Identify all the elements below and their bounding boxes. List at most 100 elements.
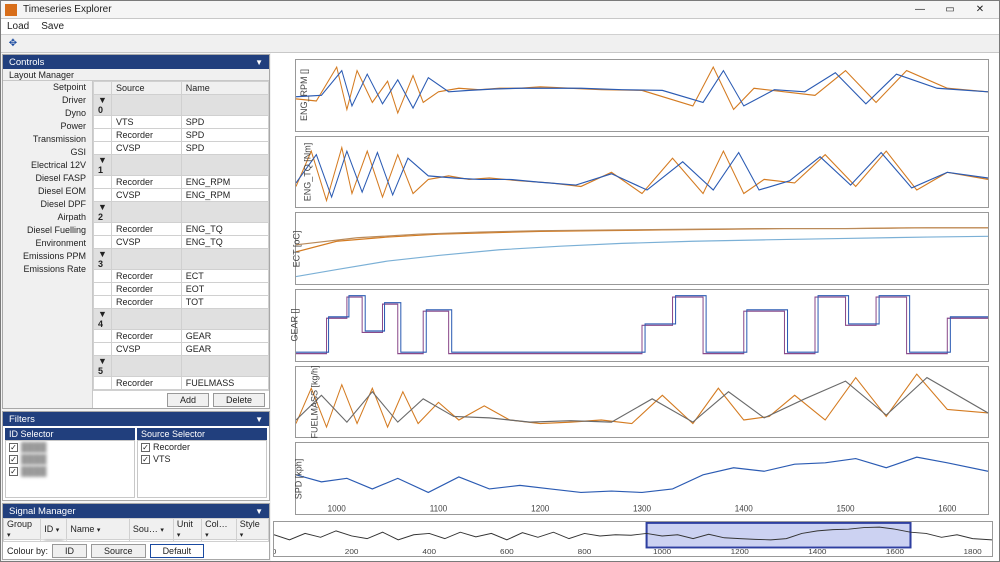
pointer-tool-icon[interactable]: ✥	[5, 37, 21, 51]
panel-signal-manager: Signal Manager ▼ Group ▾ID ▾Name ▾Sou… ▾…	[2, 503, 270, 560]
layout-item-diesel-fuelling[interactable]: Diesel Fuelling	[3, 224, 92, 237]
svg-text:1500: 1500	[836, 503, 854, 514]
sig-col[interactable]: Sou… ▾	[129, 519, 173, 540]
title-bar[interactable]: Timeseries Explorer — ▭ ✕	[1, 1, 999, 19]
chart-spd[interactable]: SPD [kph]1000110012001300140015001600	[295, 442, 989, 515]
id-selector-list[interactable]: ✓████ ✓████ ✓████	[5, 440, 135, 498]
layout-item-environment[interactable]: Environment	[3, 237, 92, 250]
layout-group-row[interactable]: ▼ 5	[94, 356, 269, 377]
colour-by-id-button[interactable]: ID	[52, 544, 87, 558]
chart-area: ENG_RPM []ENG_TQ [Nm]ECT [oC]GEAR []FUEL…	[271, 53, 999, 561]
menu-save[interactable]: Save	[41, 21, 64, 32]
chart-ylabel: GEAR []	[290, 309, 300, 342]
colour-by-default-button[interactable]: Default	[150, 544, 205, 558]
layout-item-emissions-ppm[interactable]: Emissions PPM	[3, 250, 92, 263]
menu-load[interactable]: Load	[7, 21, 29, 32]
source-check-recorder[interactable]: ✓Recorder	[138, 441, 266, 453]
chart-ylabel: ENG_TQ [Nm]	[302, 143, 312, 202]
layout-grid[interactable]: Source Name ▼ 0VTSSPDRecorderSPDCVSPSPD▼…	[93, 81, 269, 390]
source-selector-list[interactable]: ✓Recorder✓VTS	[137, 440, 267, 498]
panel-sig-header[interactable]: Signal Manager ▼	[3, 504, 269, 518]
chart-ylabel: SPD [kph]	[293, 458, 303, 499]
chart-gear[interactable]: GEAR []	[295, 289, 989, 362]
svg-text:1200: 1200	[731, 547, 750, 556]
collapse-icon[interactable]: ▼	[255, 415, 263, 424]
sig-col[interactable]: ID ▾	[41, 519, 67, 540]
add-button[interactable]: Add	[167, 393, 209, 407]
layout-item-dyno[interactable]: Dyno	[3, 107, 92, 120]
source-check-vts[interactable]: ✓VTS	[138, 453, 266, 465]
layout-group-row[interactable]: ▼ 3	[94, 249, 269, 270]
layout-row[interactable]: CVSPENG_TQ	[94, 236, 269, 249]
svg-text:1000: 1000	[328, 503, 346, 514]
signal-grid[interactable]: Group ▾ID ▾Name ▾Sou… ▾Unit ▾Col… ▾Style…	[3, 518, 269, 541]
sig-col[interactable]: Name ▾	[67, 519, 130, 540]
panel-controls: Controls ▼ Layout Manager SetpointDriver…	[2, 54, 270, 409]
layout-group-row[interactable]: ▼ 1	[94, 155, 269, 176]
colour-by-source-button[interactable]: Source	[91, 544, 146, 558]
layout-item-transmission[interactable]: Transmission	[3, 133, 92, 146]
layout-row[interactable]: RecorderEOT	[94, 283, 269, 296]
collapse-icon[interactable]: ▼	[255, 507, 263, 516]
colour-by-label: Colour by:	[7, 546, 48, 556]
layout-row[interactable]: CVSPGEAR	[94, 343, 269, 356]
layout-row[interactable]: VTSSPD	[94, 116, 269, 129]
source-selector: Source Selector ✓Recorder✓VTS	[137, 428, 267, 498]
layout-item-setpoint[interactable]: Setpoint	[3, 81, 92, 94]
collapse-icon[interactable]: ▼	[255, 58, 263, 67]
menu-bar: Load Save	[1, 19, 999, 35]
layout-row[interactable]: RecorderFUELMASS	[94, 377, 269, 390]
id-selector: ID Selector ✓████ ✓████ ✓████	[5, 428, 135, 498]
layout-row[interactable]: RecorderENG_RPM	[94, 176, 269, 189]
layout-group-row[interactable]: ▼ 4	[94, 309, 269, 330]
svg-text:1400: 1400	[808, 547, 827, 556]
sig-col[interactable]: Col… ▾	[202, 519, 237, 540]
layout-item-power[interactable]: Power	[3, 120, 92, 133]
sig-col[interactable]: Group ▾	[4, 519, 41, 540]
panel-controls-header[interactable]: Controls ▼	[3, 55, 269, 69]
layout-item-diesel-fasp[interactable]: Diesel FASP	[3, 172, 92, 185]
layout-item-driver[interactable]: Driver	[3, 94, 92, 107]
col-source[interactable]: Source	[112, 82, 182, 95]
layout-row[interactable]: RecorderENG_TQ	[94, 223, 269, 236]
app-icon	[5, 4, 17, 16]
svg-text:800: 800	[578, 547, 592, 556]
svg-text:1800: 1800	[963, 547, 982, 556]
svg-text:1100: 1100	[430, 503, 448, 514]
sig-col[interactable]: Unit ▾	[173, 519, 201, 540]
layout-row[interactable]: RecorderSPD	[94, 129, 269, 142]
layout-row[interactable]: CVSPSPD	[94, 142, 269, 155]
side-panel-stack: Controls ▼ Layout Manager SetpointDriver…	[1, 53, 271, 561]
chart-ect[interactable]: ECT [oC]	[295, 212, 989, 285]
layout-item-gsi[interactable]: GSI	[3, 146, 92, 159]
layout-row[interactable]: RecorderTOT	[94, 296, 269, 309]
svg-text:1200: 1200	[531, 503, 549, 514]
layout-row[interactable]: CVSPENG_RPM	[94, 189, 269, 202]
minimize-button[interactable]: —	[905, 2, 935, 18]
sig-col[interactable]: Style ▾	[236, 519, 268, 540]
chart-eng_tq[interactable]: ENG_TQ [Nm]	[295, 136, 989, 209]
layout-group-row[interactable]: ▼ 0	[94, 95, 269, 116]
panel-filters: Filters ▼ ID Selector ✓████ ✓████ ✓████ …	[2, 411, 270, 501]
maximize-button[interactable]: ▭	[935, 2, 965, 18]
layout-row[interactable]: RecorderECT	[94, 270, 269, 283]
layout-item-diesel-eom[interactable]: Diesel EOM	[3, 185, 92, 198]
chart-eng_rpm[interactable]: ENG_RPM []	[295, 59, 989, 132]
overview-chart[interactable]: 020040060080010001200140016001800	[273, 521, 993, 557]
app-window: Timeseries Explorer — ▭ ✕ Load Save ✥ Co…	[0, 0, 1000, 562]
svg-text:0: 0	[274, 547, 277, 556]
layout-item-electrical-12v[interactable]: Electrical 12V	[3, 159, 92, 172]
panel-filters-header[interactable]: Filters ▼	[3, 412, 269, 426]
layout-item-emissions-rate[interactable]: Emissions Rate	[3, 263, 92, 276]
delete-button[interactable]: Delete	[213, 393, 265, 407]
tool-strip: ✥	[1, 35, 999, 53]
layout-group-row[interactable]: ▼ 2	[94, 202, 269, 223]
close-button[interactable]: ✕	[965, 2, 995, 18]
layout-category-list[interactable]: SetpointDriverDynoPowerTransmissionGSIEl…	[3, 81, 93, 408]
chart-fuelmass[interactable]: FUELMASS [kg/h]	[295, 366, 989, 439]
layout-manager-title: Layout Manager	[9, 70, 74, 80]
layout-item-diesel-dpf[interactable]: Diesel DPF	[3, 198, 92, 211]
col-name[interactable]: Name	[181, 82, 268, 95]
layout-row[interactable]: RecorderGEAR	[94, 330, 269, 343]
layout-item-airpath[interactable]: Airpath	[3, 211, 92, 224]
